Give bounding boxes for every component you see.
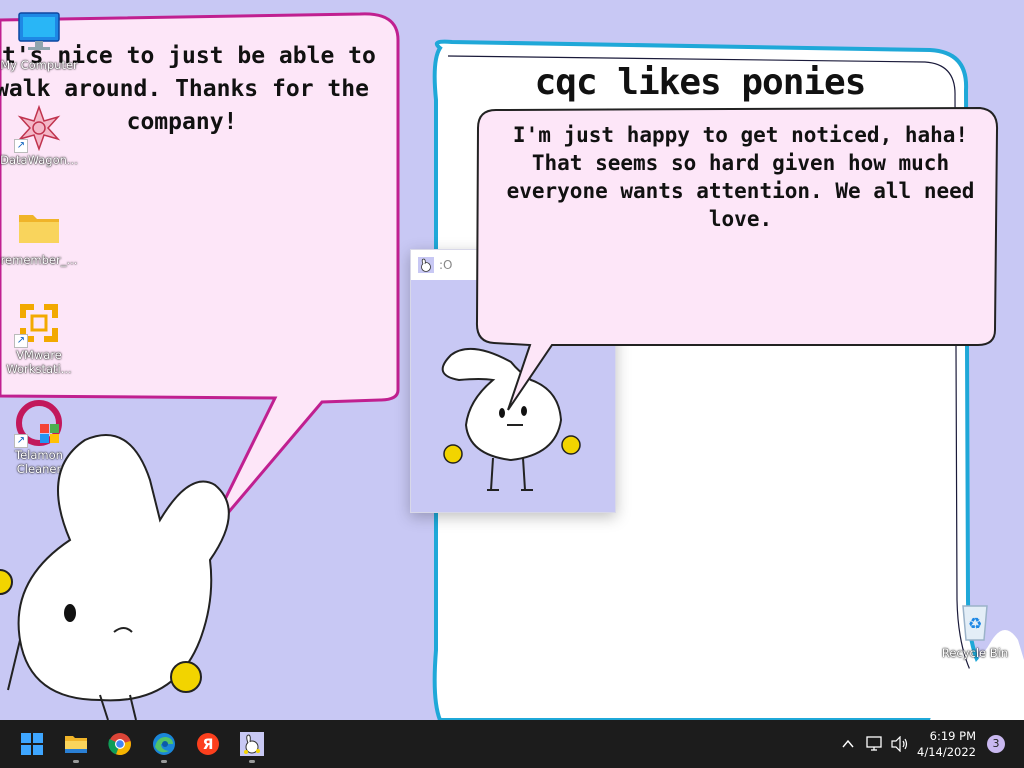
desktop-icon-remember-folder[interactable]: remember_... bbox=[0, 205, 78, 267]
shortcut-arrow-icon: ↗ bbox=[14, 434, 28, 448]
desktop-icon-label: Telamon Cleaner bbox=[15, 448, 63, 476]
running-indicator bbox=[161, 760, 167, 763]
taskbar-file-explorer[interactable] bbox=[56, 724, 96, 764]
vmware-icon: ↗ bbox=[14, 300, 62, 348]
notification-badge[interactable]: 3 bbox=[987, 735, 1005, 753]
taskbar-bunny-app[interactable] bbox=[232, 724, 272, 764]
start-button[interactable] bbox=[12, 724, 52, 764]
clock-time[interactable]: 6:19 PM bbox=[896, 729, 976, 743]
clock-date[interactable]: 4/14/2022 bbox=[896, 745, 976, 759]
desktop-icon-vmware[interactable]: ↗ VMware Workstati... bbox=[0, 300, 78, 376]
recycle-bin-icon: ♻ bbox=[952, 598, 998, 644]
taskbar-yandex[interactable]: Я bbox=[188, 724, 228, 764]
file-explorer-icon bbox=[65, 736, 87, 753]
taskbar: Я 6:19 PM 4/14/2022 bbox=[0, 720, 1024, 768]
running-indicator bbox=[73, 760, 79, 763]
desktop-icon-telamon-cleaner[interactable]: ↗ Telamon Cleaner bbox=[0, 400, 78, 476]
taskbar-chrome[interactable] bbox=[100, 724, 140, 764]
window-titlebar[interactable]: :O bbox=[411, 250, 615, 280]
desktop-icon-label: remember_... bbox=[0, 253, 78, 267]
bunny-app-icon bbox=[240, 732, 264, 756]
network-icon[interactable] bbox=[866, 736, 884, 752]
desktop-icon-label: DataWagon... bbox=[0, 153, 78, 167]
chevron-up-icon[interactable] bbox=[841, 737, 855, 751]
datawagon-icon: ↗ bbox=[14, 104, 62, 153]
window-title: :O bbox=[439, 258, 453, 272]
desktop-icon-recycle-bin[interactable]: ♻ Recycle Bin bbox=[936, 598, 1014, 660]
edge-icon bbox=[153, 733, 175, 755]
middle-bubble-text: I'm just happy to get noticed, haha! Tha… bbox=[506, 123, 975, 231]
shortcut-arrow-icon: ↗ bbox=[14, 139, 28, 153]
chrome-icon bbox=[108, 733, 131, 756]
monitor-icon bbox=[16, 10, 62, 56]
taskbar-edge[interactable] bbox=[144, 724, 184, 764]
telamon-cleaner-icon: ↗ bbox=[14, 400, 62, 448]
desktop-icon-datawagon[interactable]: ↗ DataWagon... bbox=[0, 104, 78, 167]
folder-icon bbox=[16, 205, 62, 251]
desktop-icon-label: My Computer bbox=[0, 58, 78, 72]
desktop-icon-my-computer[interactable]: My Computer bbox=[0, 10, 78, 72]
desktop-icon-label: VMware Workstati... bbox=[6, 348, 72, 376]
running-indicator bbox=[249, 760, 255, 763]
bunny-pet-window[interactable]: :O bbox=[410, 249, 616, 513]
yandex-icon: Я bbox=[197, 733, 219, 755]
shortcut-arrow-icon: ↗ bbox=[14, 334, 28, 348]
board-title: cqc likes ponies bbox=[534, 62, 867, 103]
svg-text:Я: Я bbox=[203, 737, 214, 753]
bunny-app-icon bbox=[418, 257, 434, 273]
windows-start-icon bbox=[21, 733, 43, 755]
desktop-icon-label: Recycle Bin bbox=[941, 646, 1009, 660]
small-bunny-creature bbox=[441, 347, 581, 491]
svg-text:♻: ♻ bbox=[968, 614, 982, 633]
